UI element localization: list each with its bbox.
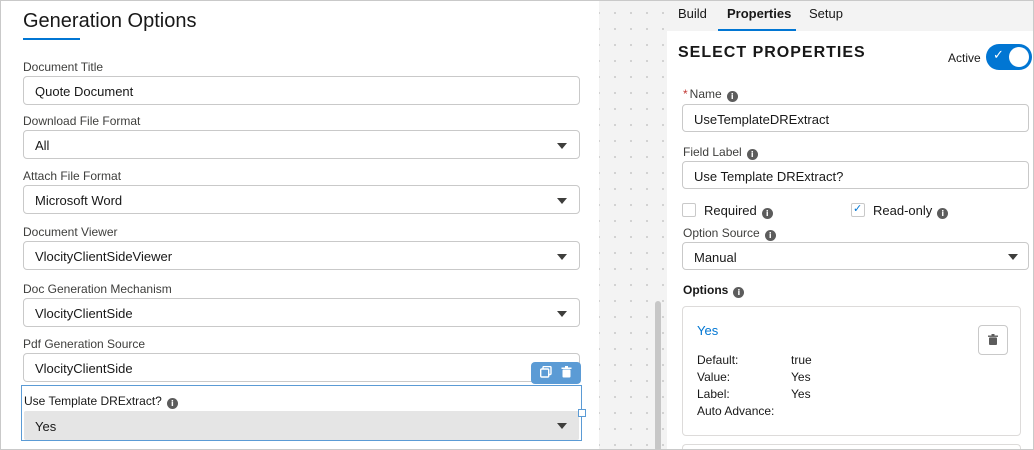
field-label: Use Template DRExtract? — [24, 394, 162, 408]
name-input[interactable]: UseTemplateDRExtract — [682, 104, 1029, 132]
field-label-input[interactable]: Use Template DRExtract? — [682, 161, 1029, 189]
tab-properties[interactable]: Properties — [727, 6, 791, 21]
required-label-row: Required i — [704, 203, 773, 219]
selected-field-label-row: Use Template DRExtract? i — [24, 394, 178, 409]
properties-sidebar: Build Properties Setup SELECT PROPERTIES… — [667, 1, 1033, 449]
field-label: Document Viewer — [23, 225, 118, 239]
option-card: Yes Default: true Value: Yes Label: Yes … — [682, 306, 1021, 436]
label-value: Yes — [791, 387, 811, 401]
field-label-label: Field Label — [683, 145, 742, 159]
name-label-row: * Name i — [683, 87, 738, 102]
option-source-value: Manual — [694, 250, 737, 265]
field-value: Microsoft Word — [35, 193, 123, 208]
field-value: Yes — [35, 419, 57, 434]
pdf-generation-source-input[interactable]: VlocityClientSide — [23, 353, 580, 382]
option-source-label-row: Option Source i — [683, 226, 776, 241]
selected-element-use-template-drextract[interactable]: Use Template DRExtract? i Yes — [21, 385, 586, 441]
field-label: Document Title — [23, 60, 104, 74]
tab-bar: Build Properties Setup — [667, 1, 1033, 31]
field-value: VlocityClientSideViewer — [35, 249, 173, 264]
properties-form: SELECT PROPERTIES Active ✓ * Name i UseTem… — [667, 31, 1033, 449]
toggle-knob — [1009, 47, 1029, 67]
field-label: Attach File Format — [23, 169, 122, 183]
field-label: Pdf Generation Source — [23, 337, 146, 351]
info-icon[interactable]: i — [166, 398, 178, 409]
field-value: VlocityClientSide — [35, 361, 133, 376]
required-checkbox[interactable] — [682, 203, 696, 217]
info-icon[interactable]: i — [726, 91, 738, 102]
app-frame: Generation Options Document Title Quote … — [0, 0, 1034, 450]
info-icon[interactable]: i — [937, 208, 949, 219]
label-key: Label: — [697, 387, 730, 401]
chevron-down-icon — [557, 423, 567, 429]
properties-title: SELECT PROPERTIES — [678, 44, 866, 61]
option-source-label: Option Source — [683, 226, 760, 240]
document-title-input[interactable]: Quote Document — [23, 76, 580, 105]
document-viewer-select[interactable]: VlocityClientSideViewer — [23, 241, 580, 270]
options-label-row: Options i — [683, 283, 745, 298]
chevron-down-icon — [1008, 254, 1018, 260]
chevron-down-icon — [557, 254, 567, 260]
tab-setup[interactable]: Setup — [809, 6, 843, 21]
read-only-checkbox[interactable] — [851, 202, 865, 217]
value-key: Value: — [697, 370, 731, 384]
option-source-select[interactable]: Manual — [682, 242, 1029, 270]
download-file-format-select[interactable]: All — [23, 130, 580, 159]
delete-icon[interactable] — [559, 366, 573, 380]
field-label: Download File Format — [23, 114, 141, 128]
section-title-underline — [23, 38, 80, 40]
name-value: UseTemplateDRExtract — [694, 112, 830, 127]
info-icon[interactable]: i — [733, 287, 745, 298]
info-icon[interactable]: i — [761, 208, 773, 219]
clone-icon[interactable] — [539, 365, 553, 380]
chevron-down-icon — [557, 143, 567, 149]
field-label: Doc Generation Mechanism — [23, 282, 172, 296]
options-label: Options — [683, 283, 729, 297]
field-label-row: Field Label i — [683, 145, 758, 160]
delete-option-button[interactable] — [978, 325, 1008, 355]
field-value: All — [35, 138, 50, 153]
option-card — [682, 444, 1021, 449]
auto-advance-key: Auto Advance: — [697, 404, 775, 418]
chevron-down-icon — [557, 198, 567, 204]
default-key: Default: — [697, 353, 739, 367]
info-icon[interactable]: i — [746, 149, 758, 160]
required-asterisk: * — [683, 87, 688, 101]
field-label-value: Use Template DRExtract? — [694, 169, 844, 184]
default-value: true — [791, 353, 812, 367]
element-action-toolbar — [531, 362, 581, 384]
chevron-down-icon — [557, 311, 567, 317]
option-name-link[interactable]: Yes — [697, 323, 718, 338]
field-value: Quote Document — [35, 84, 134, 99]
generation-options-panel: Generation Options Document Title Quote … — [1, 1, 599, 449]
check-icon: ✓ — [993, 48, 1004, 63]
field-value: VlocityClientSide — [35, 306, 133, 321]
active-toggle[interactable]: ✓ — [986, 44, 1032, 70]
active-label: Active — [948, 51, 981, 65]
read-only-label-row: Read-only i — [873, 203, 949, 219]
scrollbar-thumb[interactable] — [655, 301, 661, 449]
trash-icon — [988, 334, 998, 345]
name-label: Name — [689, 87, 722, 101]
info-icon[interactable]: i — [764, 230, 776, 241]
value-value: Yes — [791, 370, 811, 384]
section-title: Generation Options — [23, 10, 197, 32]
doc-generation-mechanism-select[interactable]: VlocityClientSide — [23, 298, 580, 327]
use-template-drextract-select[interactable]: Yes — [24, 411, 579, 440]
read-only-label: Read-only — [873, 203, 933, 218]
required-label: Required — [704, 203, 757, 218]
attach-file-format-select[interactable]: Microsoft Word — [23, 185, 580, 214]
tab-build[interactable]: Build — [678, 6, 707, 21]
resize-handle[interactable] — [578, 409, 586, 417]
